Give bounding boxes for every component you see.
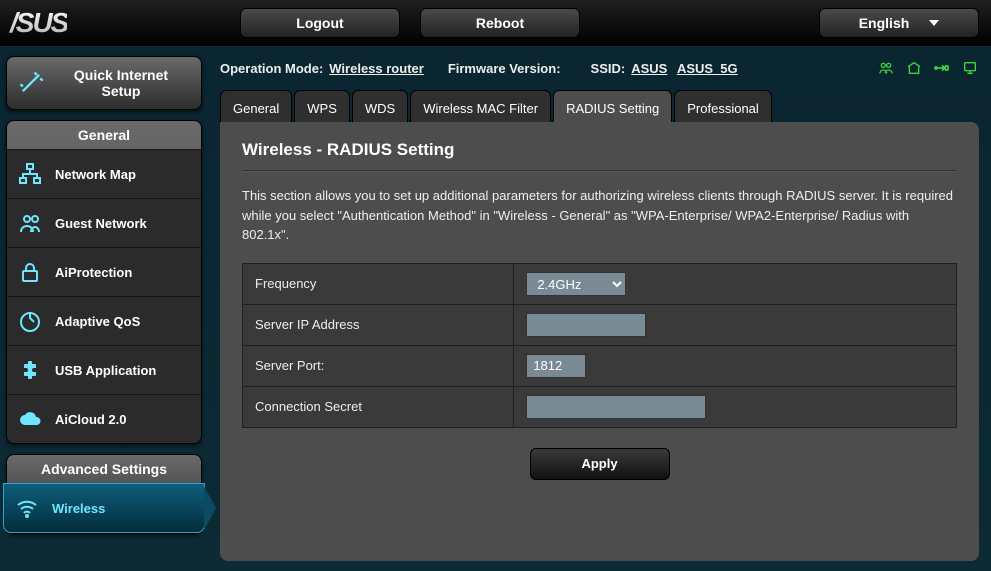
clients-icon[interactable] (877, 60, 895, 76)
apply-button[interactable]: Apply (530, 448, 670, 480)
tab-wireless-mac-filter[interactable]: Wireless MAC Filter (410, 90, 551, 126)
tab-wds[interactable]: WDS (352, 90, 408, 126)
sidebar-item-aiprotection[interactable]: AiProtection (7, 247, 201, 296)
sidebar: Quick Internet Setup General Network Map… (6, 56, 202, 544)
brand-logo: /SUS (8, 7, 67, 39)
ssid-label: SSID: (591, 61, 626, 76)
reboot-button[interactable]: Reboot (420, 8, 580, 38)
sidebar-item-label: AiProtection (55, 265, 132, 280)
table-row: Server Port: (243, 345, 957, 386)
logout-button[interactable]: Logout (240, 8, 400, 38)
secret-label: Connection Secret (243, 386, 514, 427)
panel-description: This section allows you to set up additi… (242, 186, 957, 245)
usb-icon[interactable] (933, 60, 951, 76)
quick-label: Quick Internet Setup (55, 67, 187, 99)
sidebar-item-network-map[interactable]: Network Map (7, 149, 201, 198)
wan-icon[interactable] (905, 60, 923, 76)
wireless-icon (14, 496, 40, 520)
panel-title: Wireless - RADIUS Setting (242, 140, 957, 160)
sidebar-item-adaptive-qos[interactable]: Adaptive QoS (7, 296, 201, 345)
qos-icon (17, 309, 43, 333)
op-mode-value[interactable]: Wireless router (329, 61, 424, 76)
advanced-section: Advanced Settings Wireless (6, 454, 202, 534)
general-header: General (7, 121, 201, 149)
language-select[interactable]: English (819, 8, 979, 38)
divider (242, 170, 957, 172)
general-section: General Network Map Guest Network AiProt… (6, 120, 202, 444)
settings-table: Frequency 2.4GHz Server IP Address Serve… (242, 263, 957, 428)
advanced-header: Advanced Settings (7, 455, 201, 483)
tab-wps[interactable]: WPS (294, 90, 350, 126)
guest-icon[interactable] (961, 60, 979, 76)
sidebar-item-label: Adaptive QoS (55, 314, 140, 329)
tab-general[interactable]: General (220, 90, 292, 126)
ssid-5[interactable]: ASUS_5G (677, 61, 738, 76)
sidebar-item-wireless[interactable]: Wireless (3, 483, 205, 533)
secret-input[interactable] (526, 395, 706, 419)
lock-icon (17, 260, 43, 284)
server-ip-label: Server IP Address (243, 304, 514, 345)
op-mode-label: Operation Mode: (220, 61, 323, 76)
quick-internet-setup[interactable]: Quick Internet Setup (6, 56, 202, 110)
guest-network-icon (17, 211, 43, 235)
sidebar-item-label: Guest Network (55, 216, 147, 231)
tab-professional[interactable]: Professional (674, 90, 772, 126)
sidebar-item-label: Network Map (55, 167, 136, 182)
tab-bar: General WPS WDS Wireless MAC Filter RADI… (220, 90, 774, 126)
sidebar-item-guest-network[interactable]: Guest Network (7, 198, 201, 247)
wand-icon (17, 69, 45, 97)
top-bar: /SUS Logout Reboot English (0, 0, 991, 46)
status-bar: Operation Mode: Wireless router Firmware… (220, 56, 979, 80)
fw-label: Firmware Version: (448, 61, 561, 76)
server-port-input[interactable] (526, 354, 586, 378)
cloud-icon (17, 407, 43, 431)
sidebar-item-aicloud[interactable]: AiCloud 2.0 (7, 394, 201, 443)
sidebar-item-label: AiCloud 2.0 (55, 412, 127, 427)
server-ip-input[interactable] (526, 313, 646, 337)
sidebar-item-usb-application[interactable]: USB Application (7, 345, 201, 394)
puzzle-icon (17, 358, 43, 382)
table-row: Server IP Address (243, 304, 957, 345)
ssid-24[interactable]: ASUS (631, 61, 667, 76)
language-label: English (859, 15, 910, 31)
content-panel: Wireless - RADIUS Setting This section a… (220, 122, 979, 561)
sidebar-item-label: USB Application (55, 363, 156, 378)
frequency-select[interactable]: 2.4GHz (526, 272, 626, 296)
status-icons (877, 60, 979, 76)
server-port-label: Server Port: (243, 345, 514, 386)
table-row: Connection Secret (243, 386, 957, 427)
network-map-icon (17, 162, 43, 186)
sidebar-item-label: Wireless (52, 501, 105, 516)
table-row: Frequency 2.4GHz (243, 263, 957, 304)
tab-radius-setting[interactable]: RADIUS Setting (553, 90, 672, 126)
frequency-label: Frequency (243, 263, 514, 304)
